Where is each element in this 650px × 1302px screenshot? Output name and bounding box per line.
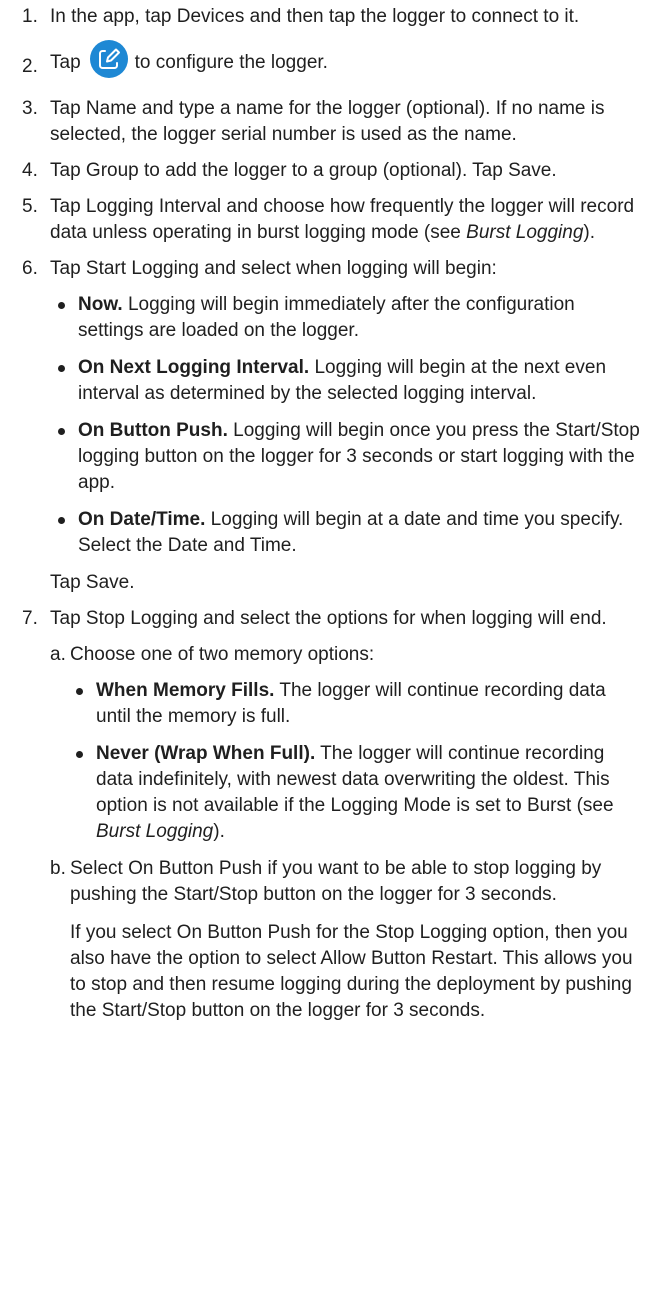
step-text: Tap Start Logging and select when loggin… — [50, 258, 497, 279]
step-text: Tap Logging Interval and choose how freq… — [50, 196, 635, 243]
substep-letter: a. — [50, 644, 66, 665]
substep-paragraph: If you select On Button Push for the Sto… — [70, 922, 633, 1021]
substep-text: Select On Button Push if you want to be … — [70, 858, 602, 905]
step-7: 7. Tap Stop Logging and select the optio… — [22, 606, 644, 1024]
list-item: On Next Logging Interval. Logging will b… — [52, 355, 644, 407]
step-after-text: Tap Save. — [50, 572, 135, 593]
step-number: 4. — [22, 160, 38, 181]
step-3: 3. Tap Name and type a name for the logg… — [22, 96, 644, 148]
step-2: 2. Tap to configure the logger. — [22, 40, 644, 86]
list-item: When Memory Fills. The logger will conti… — [70, 678, 644, 730]
step-text-pre: Tap — [50, 52, 81, 73]
list-item: Now. Logging will begin immediately afte… — [52, 292, 644, 344]
step-text-post: to configure the logger. — [134, 52, 328, 73]
step-text: Tap Group to add the logger to a group (… — [50, 160, 557, 181]
step-5: 5. Tap Logging Interval and choose how f… — [22, 194, 644, 246]
step-number: 1. — [22, 6, 38, 27]
step-4: 4. Tap Group to add the logger to a grou… — [22, 158, 644, 184]
step-6: 6. Tap Start Logging and select when log… — [22, 256, 644, 596]
step-number: 5. — [22, 196, 38, 217]
substep-b: b. Select On Button Push if you want to … — [50, 856, 644, 1024]
start-options-list: Now. Logging will begin immediately afte… — [50, 292, 644, 559]
step-text: Tap Stop Logging and select the options … — [50, 608, 607, 629]
list-item: On Button Push. Logging will begin once … — [52, 418, 644, 496]
substep-letter: b. — [50, 858, 66, 879]
instructions-page: 1. In the app, tap Devices and then tap … — [0, 0, 650, 1024]
substep-a: a. Choose one of two memory options: Whe… — [50, 642, 644, 845]
step-number: 2. — [22, 56, 38, 77]
substep-text: Choose one of two memory options: — [70, 644, 375, 665]
burst-logging-reference: Burst Logging — [466, 222, 584, 243]
list-item: On Date/Time. Logging will begin at a da… — [52, 507, 644, 559]
step-1: 1. In the app, tap Devices and then tap … — [22, 4, 644, 30]
step-text: In the app, tap Devices and then tap the… — [50, 6, 580, 27]
step-number: 7. — [22, 608, 38, 629]
step-number: 6. — [22, 258, 38, 279]
step-text: Tap Name and type a name for the logger … — [50, 98, 605, 145]
list-item: Never (Wrap When Full). The logger will … — [70, 741, 644, 845]
step-number: 3. — [22, 98, 38, 119]
burst-logging-reference: Burst Logging — [96, 821, 214, 842]
edit-icon — [89, 40, 128, 78]
memory-options-list: When Memory Fills. The logger will conti… — [70, 678, 644, 845]
